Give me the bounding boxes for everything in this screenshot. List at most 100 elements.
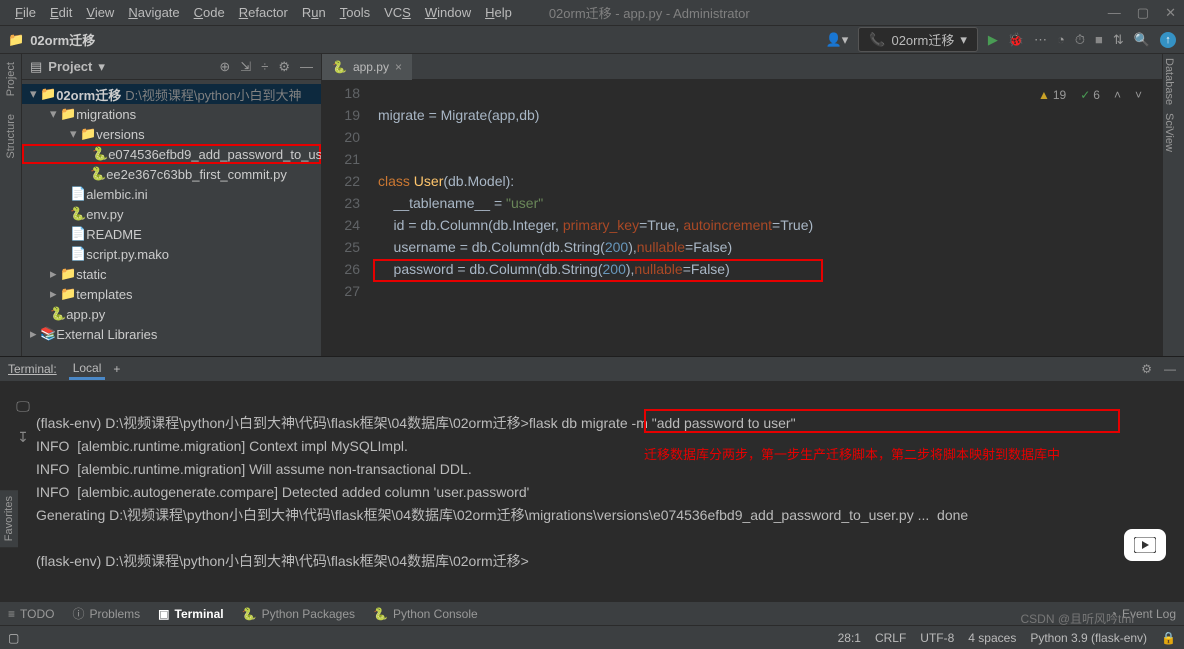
coverage-icon[interactable]: ◔ [1057,32,1065,47]
breadcrumb[interactable]: 📁 02orm迁移 [8,30,95,49]
add-terminal-button[interactable]: + [113,362,120,376]
profile-icon[interactable]: ⏱ [1075,32,1085,48]
menu-run[interactable]: Run [295,5,333,20]
tree-root[interactable]: ▾📁 02orm迁移 D:\视频课程\python小白到大神 [22,84,321,104]
python-interpreter[interactable]: Python 3.9 (flask-env) [1030,631,1147,645]
tree-folder-templates[interactable]: ▸📁 templates [22,284,321,304]
expand-icon[interactable]: 🖵 [16,395,30,418]
close-icon[interactable]: ✕ [1165,5,1176,21]
run-config-selector[interactable]: 📞 02orm迁移 ▾ [858,27,978,52]
line-gutter: 18192021222324252627 [322,80,370,356]
collapse-icon[interactable]: ÷ [261,59,268,75]
tree-file-app[interactable]: 🐍 app.py [22,304,321,324]
toolwin-terminal[interactable]: ▣ Terminal [158,607,223,621]
close-tab-icon[interactable]: × [395,60,402,74]
side-tab-favorites[interactable]: Favorites [0,490,18,547]
line-separator[interactable]: CRLF [875,631,906,645]
tree-label: app.py [66,307,105,322]
user-icon[interactable]: 👤▾ [826,32,849,48]
video-overlay-icon[interactable] [1124,529,1166,561]
toolwin-python-console[interactable]: 🐍 Python Console [373,607,478,621]
hide-icon[interactable]: — [300,59,313,75]
side-tab-structure[interactable]: Structure [5,110,17,163]
tree-label: External Libraries [56,327,157,342]
tree-file-env[interactable]: 🐍 env.py [22,204,321,224]
file-encoding[interactable]: UTF-8 [920,631,954,645]
menu-view[interactable]: View [79,5,121,20]
terminal-tab-local[interactable]: Local [69,359,106,380]
editor-tab-app[interactable]: 🐍 app.py × [322,54,412,80]
menu-help[interactable]: Help [478,5,519,20]
tree-label: versions [96,127,144,142]
maximize-icon[interactable]: ▢ [1137,5,1149,21]
update-icon[interactable]: ↑ [1160,32,1176,48]
tree-label: script.py.mako [86,247,169,262]
tree-folder-migrations[interactable]: ▾📁 migrations [22,104,321,124]
tree-label: env.py [86,207,123,222]
side-tab-database[interactable]: Database [1163,54,1175,109]
gear-icon[interactable]: ⚙ [278,59,290,75]
folder-icon: 📁 [8,32,24,48]
tree-file-alembic[interactable]: 📄 alembic.ini [22,184,321,204]
tree-label: templates [76,287,132,302]
ok-count: 6 [1080,84,1100,106]
more-run-icon[interactable]: ⋯ [1034,32,1047,48]
toolwin-python-packages[interactable]: 🐍 Python Packages [242,607,355,621]
project-view-label[interactable]: Project [48,59,92,74]
tree-folder-static[interactable]: ▸📁 static [22,264,321,284]
vcs-icon[interactable]: ⇅ [1113,32,1124,48]
highlight-annotation [373,259,823,282]
run-button[interactable]: ▶ [988,32,998,48]
tree-file-add-password[interactable]: 🐍 e074536efbd9_add_password_to_user.py [22,144,321,164]
tree-file-readme[interactable]: 📄 README [22,224,321,244]
hide-icon[interactable]: — [1164,362,1176,376]
tree-file-first-commit[interactable]: 🐍 ee2e367c63bb_first_commit.py [22,164,321,184]
stop-button[interactable]: ■ [1095,32,1103,47]
menu-navigate[interactable]: Navigate [121,5,186,20]
tree-path: D:\视频课程\python小白到大神 [125,85,301,104]
editor-area: 🐍 app.py × 18192021222324252627 19 6 ˄ ˅… [322,54,1162,356]
menu-refactor[interactable]: Refactor [232,5,295,20]
warning-count: 19 [1038,84,1066,106]
menu-file[interactable]: File [8,5,43,20]
lock-icon[interactable]: 🔒 [1161,631,1176,645]
indent-setting[interactable]: 4 spaces [968,631,1016,645]
search-icon[interactable]: 🔍 [1134,32,1150,48]
tree-file-script[interactable]: 📄 script.py.mako [22,244,321,264]
debug-button[interactable]: 🐞 [1008,32,1024,48]
scroll-icon[interactable]: ↧ [17,426,29,449]
menu-vcs[interactable]: VCS [377,5,418,20]
project-tool-window: ▤ Project ▾ ⊕ ⇲ ÷ ⚙ — ▾📁 02orm迁移 D:\视频课程… [22,54,322,356]
code-editor[interactable]: 18192021222324252627 19 6 ˄ ˅ migrate = … [322,80,1162,356]
window-title: 02orm迁移 - app.py - Administrator [549,3,750,22]
navigation-bar: 📁 02orm迁移 👤▾ 📞 02orm迁移 ▾ ▶ 🐞 ⋯ ◔ ⏱ ■ ⇅ 🔍… [0,26,1184,54]
side-tab-sciview[interactable]: SciView [1163,109,1175,156]
toolwin-problems[interactable]: ⓘ Problems [72,605,140,622]
chevron-down-icon[interactable]: ▾ [98,59,105,75]
menu-edit[interactable]: Edit [43,5,79,20]
target-icon[interactable]: ⊕ [219,59,230,75]
terminal-title: Terminal: [8,362,57,376]
tree-folder-versions[interactable]: ▾📁 versions [22,124,321,144]
side-tab-project[interactable]: Project [5,58,17,100]
phone-icon: 📞 [869,32,885,48]
python-file-icon: 🐍 [332,60,347,74]
run-config-label: 02orm迁移 [891,30,954,49]
expand-icon[interactable]: ⇲ [240,59,251,75]
project-tree[interactable]: ▾📁 02orm迁移 D:\视频课程\python小白到大神 ▾📁 migrat… [22,80,321,348]
menu-code[interactable]: Code [187,5,232,20]
tree-label: static [76,267,106,282]
tree-external-libs[interactable]: ▸📚 External Libraries [22,324,321,344]
menu-tools[interactable]: Tools [333,5,377,20]
chevron-up-icon[interactable]: ˄ [1114,84,1121,106]
minimize-icon[interactable]: — [1108,5,1121,21]
status-icon[interactable]: ▢ [8,631,19,645]
menu-window[interactable]: Window [418,5,478,20]
right-tool-strip: Database SciView [1162,54,1184,356]
gear-icon[interactable]: ⚙ [1141,362,1152,376]
caret-position[interactable]: 28:1 [838,631,861,645]
inspection-widget[interactable]: 19 6 ˄ ˅ [1038,84,1142,106]
terminal-output[interactable]: 🖵 ↧ (flask-env) D:\视频课程\python小白到大神\代码\f… [0,381,1184,601]
code-content[interactable]: 19 6 ˄ ˅ migrate = Migrate(app,db) class… [370,80,1162,356]
chevron-down-icon[interactable]: ˅ [1135,84,1142,106]
